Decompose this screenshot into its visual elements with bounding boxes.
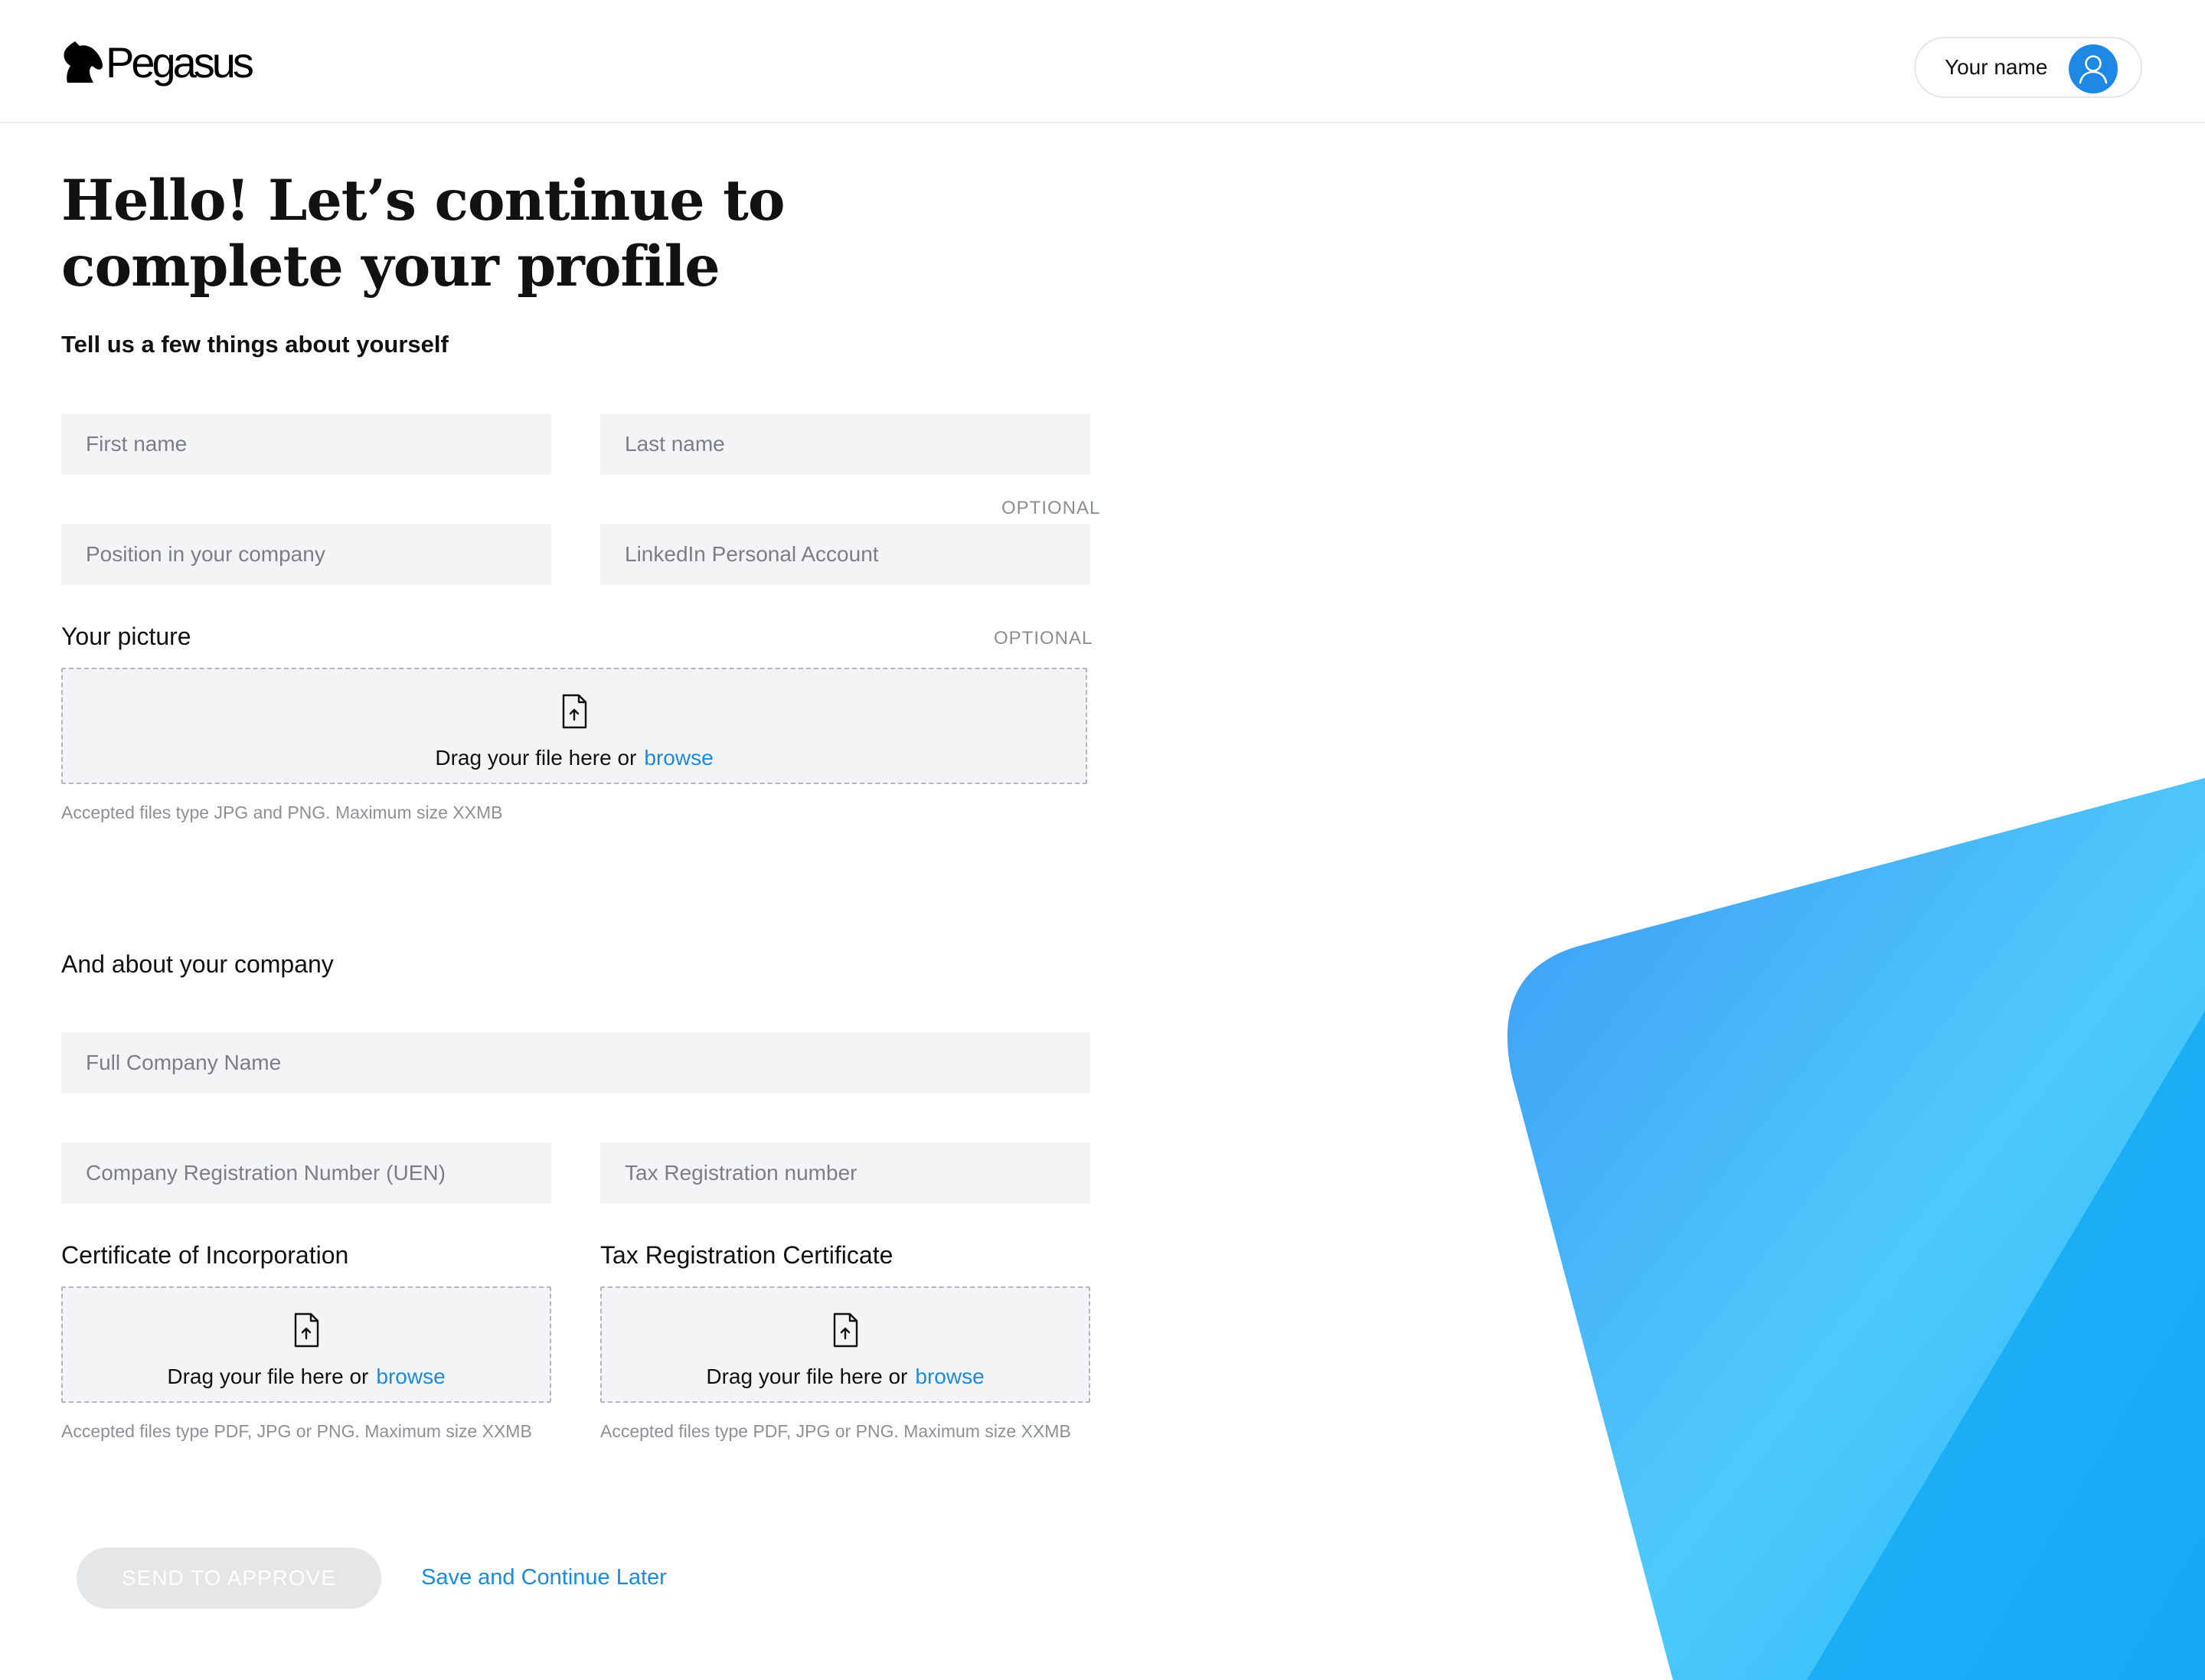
file-upload-icon — [294, 1312, 319, 1348]
user-name-label: Your name — [1945, 55, 2048, 79]
picture-browse-link[interactable]: browse — [644, 746, 713, 770]
tax-certificate-dropzone-text: Drag your file here or browse — [602, 1365, 1089, 1389]
incorporation-hint: Accepted files type PDF, JPG or PNG. Max… — [61, 1421, 532, 1441]
incorporation-browse-link[interactable]: browse — [376, 1365, 445, 1388]
send-to-approve-button[interactable]: SEND TO APPROVE — [77, 1548, 381, 1609]
page-title-line-1: Hello! Let’s continue to — [61, 168, 786, 234]
tax-certificate-browse-link[interactable]: browse — [915, 1365, 984, 1388]
company-section-label: And about your company — [61, 950, 334, 978]
last-name-input[interactable] — [600, 413, 1090, 475]
file-upload-icon — [833, 1312, 858, 1348]
save-and-continue-later-link[interactable]: Save and Continue Later — [421, 1565, 667, 1590]
picture-dropzone[interactable]: Drag your file here or browse — [61, 668, 1087, 784]
position-input[interactable] — [61, 524, 551, 585]
personal-section-subtitle: Tell us a few things about yourself — [61, 331, 449, 358]
avatar — [2069, 44, 2118, 93]
linkedin-optional-label: OPTIONAL — [1001, 498, 1101, 518]
tax-certificate-hint: Accepted files type PDF, JPG or PNG. Max… — [600, 1421, 1071, 1441]
company-uen-input[interactable] — [61, 1142, 551, 1204]
horse-head-icon — [64, 41, 103, 83]
picture-optional-label: OPTIONAL — [994, 628, 1093, 649]
page-title: Hello! Let’s continue to complete your p… — [61, 168, 903, 299]
picture-hint: Accepted files type JPG and PNG. Maximum… — [61, 802, 503, 822]
file-upload-icon — [562, 694, 587, 729]
tax-certificate-drop-instruction: Drag your file here or — [706, 1365, 908, 1388]
incorporation-dropzone-text: Drag your file here or browse — [63, 1365, 550, 1389]
page-title-line-2: complete your profile — [61, 234, 720, 299]
user-icon — [2079, 55, 2108, 84]
incorporation-drop-instruction: Drag your file here or — [167, 1365, 369, 1388]
picture-dropzone-text: Drag your file here or browse — [63, 746, 1086, 770]
user-menu-button[interactable]: Your name — [1914, 37, 2142, 98]
top-bar: Pegasus Your name — [0, 0, 2205, 123]
linkedin-input[interactable] — [600, 524, 1090, 585]
picture-label: Your picture — [61, 623, 191, 650]
tax-certificate-label: Tax Registration Certificate — [600, 1241, 893, 1269]
tax-certificate-dropzone[interactable]: Drag your file here or browse — [600, 1286, 1090, 1403]
picture-drop-instruction: Drag your file here or — [435, 746, 637, 770]
incorporation-dropzone[interactable]: Drag your file here or browse — [61, 1286, 551, 1403]
brand-logo[interactable]: Pegasus — [61, 35, 254, 89]
tax-number-input[interactable] — [600, 1142, 1090, 1204]
brand-name: Pegasus — [106, 38, 254, 87]
company-name-input[interactable] — [61, 1032, 1090, 1093]
first-name-input[interactable] — [61, 413, 551, 475]
incorporation-label: Certificate of Incorporation — [61, 1241, 349, 1269]
